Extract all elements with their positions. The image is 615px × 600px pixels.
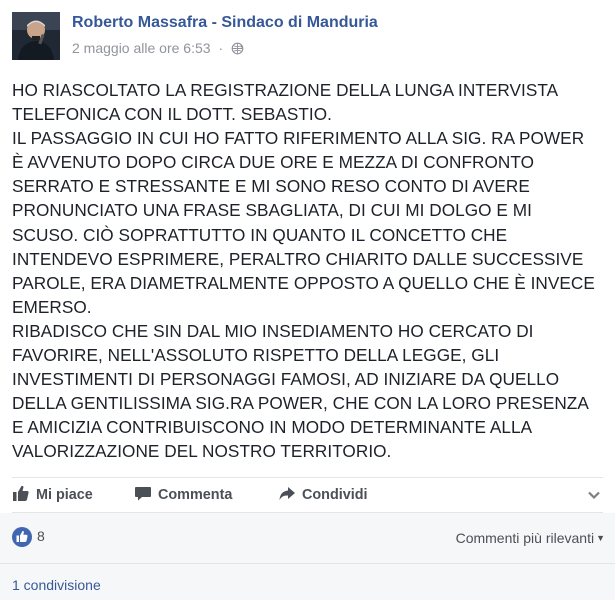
post-text-line: DELLA GENTILISSIMA SIG.RA POWER, CHE CON… — [12, 393, 589, 414]
post-text-line: PAROLE, ERA DIAMETRALMENTE OPPOSTO A QUE… — [12, 272, 595, 293]
comment-sort-label: Commenti più rilevanti — [455, 530, 595, 546]
like-button[interactable]: Mi piace — [12, 478, 93, 512]
globe-icon[interactable] — [231, 42, 244, 55]
post-text-line: E AMICIZIA CONTRIBUISCONO IN MODO DETERM… — [12, 417, 533, 438]
thumbs-up-icon — [13, 485, 29, 501]
caret-down-icon: ▼ — [596, 533, 605, 543]
post-action-bar: Mi piace Commenta Condividi — [12, 477, 603, 513]
post-text-line: INTENDEVO ESPRIMERE, PERALTRO CHIARITO D… — [12, 248, 584, 269]
post-text-line: FAVORIRE, NELL'ASSOLUTO RISPETTO DELLA L… — [12, 345, 500, 366]
post-text-line: EMERSO. — [12, 296, 92, 317]
like-reaction-icon[interactable] — [12, 527, 32, 547]
post-text-line: SERRATO E STRESSANTE E MI SONO RESO CONT… — [12, 176, 530, 197]
share-arrow-icon — [279, 487, 295, 500]
shares-bar: 1 condivisione — [0, 564, 615, 600]
post-text-line: TELEFONICA CON IL DOTT. SEBASTIO. — [12, 104, 332, 125]
comment-label: Commenta — [158, 487, 233, 503]
chevron-down-icon[interactable] — [587, 488, 601, 502]
post-text-line: HO RIASCOLTATO LA REGISTRAZIONE DELLA LU… — [12, 80, 559, 100]
post-meta: 2 maggio alle ore 6:53 · — [72, 40, 244, 56]
post-body: HO RIASCOLTATO LA REGISTRAZIONE DELLA LU… — [12, 78, 607, 464]
meta-separator: · — [218, 40, 224, 56]
share-count-link[interactable]: 1 condivisione — [12, 577, 101, 593]
like-label: Mi piace — [36, 487, 93, 503]
author-avatar[interactable] — [12, 12, 60, 60]
post-text-line: PRONUNCIATO UNA FRASE SBAGLIATA, DI CUI … — [12, 200, 532, 221]
post-text-line: IL PASSAGGIO IN CUI HO FATTO RIFERIMENTO… — [12, 128, 585, 149]
share-label: Condividi — [302, 487, 368, 503]
post-timestamp[interactable]: 2 maggio alle ore 6:53 — [72, 40, 211, 56]
post-text-line: VALORIZZAZIONE DEL NOSTRO TERRITORIO. — [12, 441, 392, 462]
author-name-link[interactable]: Roberto Massafra - Sindaco di Manduria — [72, 14, 378, 32]
post-header: Roberto Massafra - Sindaco di Manduria 2… — [12, 12, 602, 62]
post-text-line: RIBADISCO CHE SIN DAL MIO INSEDIAMENTO H… — [12, 320, 534, 341]
share-button[interactable]: Condividi — [278, 478, 368, 512]
post-text-line: È AVVENUTO DOPO CIRCA DUE ORE E MEZZA DI… — [12, 152, 535, 173]
like-count[interactable]: 8 — [37, 528, 45, 544]
reactions-bar: 8 Commenti più rilevanti ▼ — [0, 513, 615, 564]
post-text-line: INVESTIMENTI DI PERSONAGGI FAMOSI, AD IN… — [12, 369, 560, 390]
comment-button[interactable]: Commenta — [134, 478, 232, 512]
post-text-line: SCUSO. CIÒ SOPRATTUTTO IN QUANTO IL CONC… — [12, 224, 508, 245]
facebook-post: Roberto Massafra - Sindaco di Manduria 2… — [0, 0, 615, 600]
comment-sort-dropdown[interactable]: Commenti più rilevanti ▼ — [456, 530, 605, 546]
comment-bubble-icon — [135, 487, 151, 501]
